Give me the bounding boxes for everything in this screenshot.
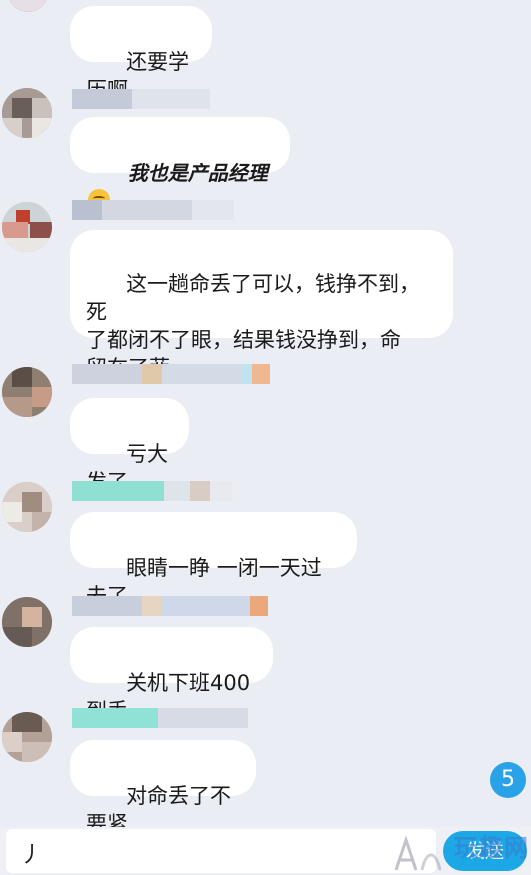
message-bubble[interactable]: 这一趟命丢了可以，钱挣不到，死 了都闭不了眼，结果钱没挣到，命 留在了菲 bbox=[70, 230, 453, 380]
input-bar: 丿 发送 bbox=[0, 827, 531, 875]
avatar[interactable] bbox=[2, 202, 52, 252]
message-input[interactable]: 丿 bbox=[6, 829, 436, 873]
sender-name bbox=[72, 481, 232, 501]
message-bubble[interactable]: 亏大发了 bbox=[70, 398, 189, 494]
sender-name bbox=[72, 596, 268, 616]
avatar[interactable] bbox=[2, 597, 52, 647]
message-bubble[interactable]: 关机下班400到手 bbox=[70, 627, 273, 723]
avatar[interactable] bbox=[2, 482, 52, 532]
message-bubble[interactable]: 对命丢了不要紧 bbox=[70, 740, 256, 836]
sender-name bbox=[72, 200, 234, 220]
sender-name bbox=[72, 364, 270, 384]
avatar[interactable] bbox=[2, 367, 52, 417]
avatar[interactable] bbox=[8, 0, 48, 12]
send-button[interactable]: 发送 bbox=[443, 831, 527, 871]
message-bubble[interactable]: 眼睛一睁 一闭一天过去了 bbox=[70, 512, 357, 608]
sender-name bbox=[72, 89, 210, 109]
message-input-value: 丿 bbox=[20, 843, 43, 868]
unread-count-badge[interactable]: 5 bbox=[490, 762, 526, 798]
message-text: 我也是产品经理 bbox=[127, 161, 268, 185]
avatar[interactable] bbox=[2, 712, 52, 762]
chat-screen: 还要学历啊 我也是产品经理 bbox=[0, 0, 531, 875]
message-bubble[interactable]: 还要学历啊 bbox=[70, 6, 212, 102]
avatar[interactable] bbox=[2, 88, 52, 138]
message-bubble[interactable]: 我也是产品经理 bbox=[70, 117, 290, 211]
sender-name bbox=[72, 708, 248, 728]
